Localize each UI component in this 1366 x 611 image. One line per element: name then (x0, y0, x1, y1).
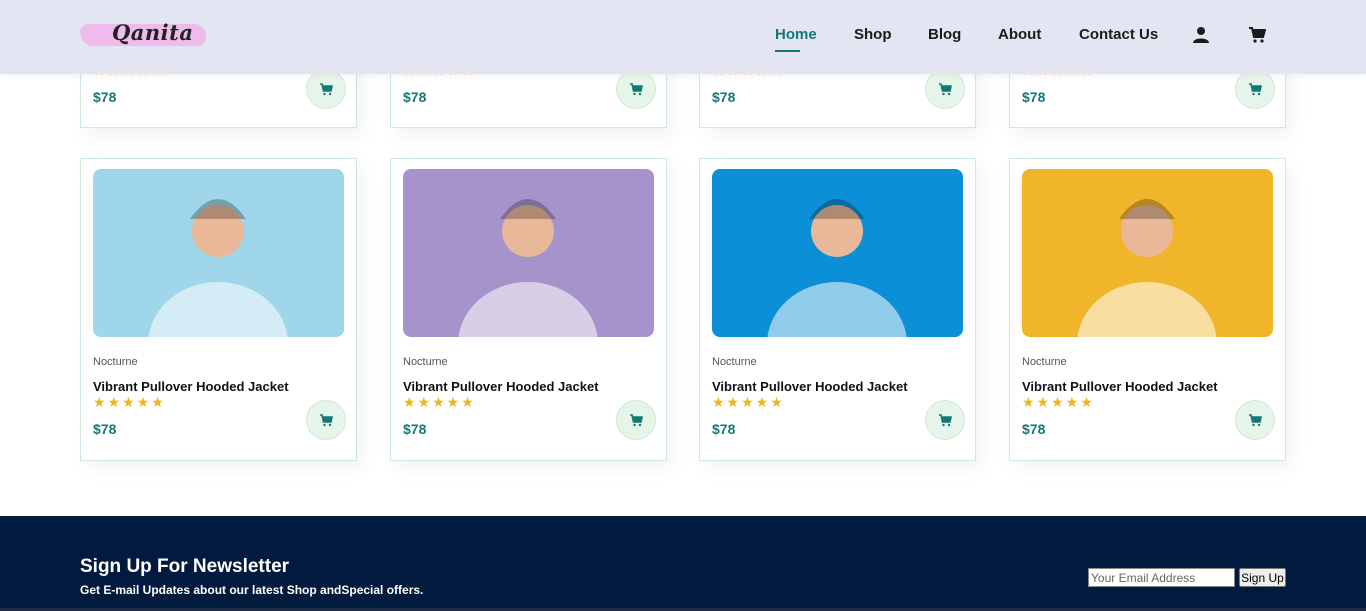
newsletter-signup-button[interactable]: Sign Up (1239, 568, 1286, 587)
product-price: $78 (93, 89, 117, 105)
newsletter-title: Sign Up For Newsletter (80, 556, 290, 577)
nav-active-underline (775, 50, 800, 52)
newsletter-subtitle: Get E-mail Updates about our latest Shop… (80, 583, 424, 597)
product-title[interactable]: Vibrant Pullover Hooded Jacket (1022, 379, 1218, 394)
nav-home[interactable]: Home (775, 26, 817, 43)
rating-stars: ★★★★★ (403, 395, 476, 411)
nav-shop[interactable]: Shop (854, 26, 892, 43)
product-image[interactable] (93, 169, 344, 337)
product-card[interactable]: Nocturne Vibrant Pullover Hooded Jacket ★★… (699, 158, 976, 461)
product-image[interactable] (403, 169, 654, 337)
product-brand: Nocturne (1022, 356, 1067, 368)
product-brand: Nocturne (712, 356, 757, 368)
rating-stars: ★★★★★ (712, 395, 785, 411)
newsletter-email-input[interactable] (1088, 568, 1235, 587)
rating-stars: ★★★★★ (93, 395, 166, 411)
newsletter-footer: Sign Up For Newsletter Get E-mail Update… (0, 516, 1366, 611)
product-title[interactable]: Vibrant Pullover Hooded Jacket (403, 379, 599, 394)
site-header: Qanita Home Shop Blog About Contact Us (0, 0, 1366, 74)
product-card[interactable]: Nocturne Vibrant Pullover Hooded Jacket ★★… (80, 158, 357, 461)
product-card[interactable]: Nocturne Vibrant Pullover Hooded Jacket ★★… (390, 158, 667, 461)
rating-stars: ★★★★★ (1022, 395, 1095, 411)
product-price: $78 (93, 421, 117, 437)
add-to-cart-button[interactable] (306, 400, 346, 440)
nav-blog[interactable]: Blog (928, 26, 961, 43)
user-icon[interactable] (1192, 26, 1210, 44)
add-to-cart-button[interactable] (925, 69, 965, 109)
add-to-cart-button[interactable] (1235, 69, 1275, 109)
add-to-cart-button[interactable] (925, 400, 965, 440)
add-to-cart-button[interactable] (616, 69, 656, 109)
nav-about[interactable]: About (998, 26, 1041, 43)
product-price: $78 (1022, 89, 1046, 105)
add-to-cart-button[interactable] (306, 69, 346, 109)
product-price: $78 (712, 421, 736, 437)
product-brand: Nocturne (93, 356, 138, 368)
product-brand: Nocturne (403, 356, 448, 368)
nav-contact-us[interactable]: Contact Us (1079, 26, 1158, 43)
product-title[interactable]: Vibrant Pullover Hooded Jacket (712, 379, 908, 394)
product-image[interactable] (712, 169, 963, 337)
cart-icon[interactable] (1248, 26, 1267, 44)
add-to-cart-button[interactable] (1235, 400, 1275, 440)
product-price: $78 (403, 421, 427, 437)
product-card[interactable]: Nocturne Vibrant Pullover Hooded Jacket ★★… (1009, 158, 1286, 461)
add-to-cart-button[interactable] (616, 400, 656, 440)
product-price: $78 (403, 89, 427, 105)
product-title[interactable]: Vibrant Pullover Hooded Jacket (93, 379, 289, 394)
product-price: $78 (1022, 421, 1046, 437)
product-price: $78 (712, 89, 736, 105)
main-nav: Home Shop Blog About Contact Us (0, 26, 1366, 50)
product-image[interactable] (1022, 169, 1273, 337)
